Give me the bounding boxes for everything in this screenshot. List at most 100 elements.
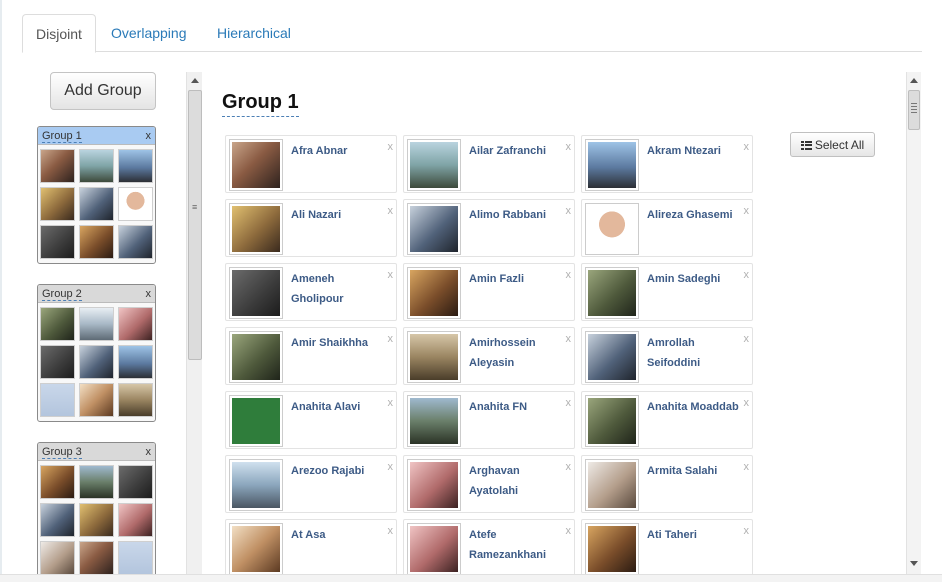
remove-member-icon[interactable]: x: [388, 333, 394, 345]
group-card-2[interactable]: Group 2 x: [37, 284, 156, 422]
member-card[interactable]: Alimo Rabbani x: [403, 199, 575, 257]
member-photo: [407, 459, 461, 511]
select-all-button[interactable]: Select All: [790, 132, 875, 157]
member-card[interactable]: Anahita FN x: [403, 391, 575, 449]
member-card[interactable]: Akram Ntezari x: [581, 135, 753, 193]
remove-member-icon[interactable]: x: [744, 397, 750, 409]
member-card[interactable]: At Asa x: [225, 519, 397, 577]
remove-member-icon[interactable]: x: [566, 269, 572, 281]
remove-member-icon[interactable]: x: [388, 461, 394, 473]
member-card[interactable]: Atefe Ramezankhani x: [403, 519, 575, 577]
member-thumbnail: [118, 503, 153, 537]
member-thumbnail: [118, 149, 153, 183]
member-card[interactable]: Arezoo Rajabi x: [225, 455, 397, 513]
remove-member-icon[interactable]: x: [744, 205, 750, 217]
scroll-up-arrow-icon[interactable]: [910, 78, 918, 83]
remove-member-icon[interactable]: x: [744, 461, 750, 473]
member-card[interactable]: Anahita Moaddab x: [581, 391, 753, 449]
remove-member-icon[interactable]: x: [566, 397, 572, 409]
remove-member-icon[interactable]: x: [388, 205, 394, 217]
sidebar-scrollbar[interactable]: ≡: [186, 72, 202, 574]
member-thumbnail: [40, 225, 75, 259]
member-thumbnail: [118, 383, 153, 417]
close-group-icon[interactable]: x: [146, 443, 152, 461]
member-card[interactable]: Ailar Zafranchi x: [403, 135, 575, 193]
select-all-label: Select All: [814, 137, 865, 152]
member-photo-image: [232, 526, 280, 572]
member-card[interactable]: Amin Sadeghi x: [581, 263, 753, 321]
member-thumbnail: [118, 225, 153, 259]
remove-member-icon[interactable]: x: [744, 269, 750, 281]
remove-member-icon[interactable]: x: [566, 205, 572, 217]
member-photo-image: [410, 526, 458, 572]
member-name: Ameneh Gholipour: [291, 273, 344, 305]
remove-member-icon[interactable]: x: [566, 333, 572, 345]
remove-member-icon[interactable]: x: [566, 141, 572, 153]
group-name[interactable]: Group 1: [42, 130, 82, 143]
member-photo: [585, 395, 639, 447]
remove-member-icon[interactable]: x: [744, 333, 750, 345]
member-card[interactable]: Amrollah Seifoddini x: [581, 327, 753, 385]
tab-overlapping[interactable]: Overlapping: [98, 14, 200, 52]
member-card[interactable]: Amirhossein Aleyasin x: [403, 327, 575, 385]
group-name[interactable]: Group 3: [42, 446, 82, 459]
member-card[interactable]: Amir Shaikhha x: [225, 327, 397, 385]
add-group-button[interactable]: Add Group: [50, 72, 156, 110]
main-scroll-thumb[interactable]: [908, 90, 920, 130]
member-thumbnail: [40, 345, 75, 379]
member-thumbnail: [40, 307, 75, 341]
member-photo-image: [588, 334, 636, 380]
remove-member-icon[interactable]: x: [388, 525, 394, 537]
tab-disjoint[interactable]: Disjoint: [22, 14, 96, 53]
member-photo: [407, 267, 461, 319]
remove-member-icon[interactable]: x: [388, 397, 394, 409]
close-group-icon[interactable]: x: [146, 127, 152, 145]
member-card[interactable]: Armita Salahi x: [581, 455, 753, 513]
member-photo-image: [232, 398, 280, 444]
member-card[interactable]: Ali Nazari x: [225, 199, 397, 257]
member-thumbnail: [40, 465, 75, 499]
remove-member-icon[interactable]: x: [388, 141, 394, 153]
remove-member-icon[interactable]: x: [744, 141, 750, 153]
member-thumbnail: [79, 225, 114, 259]
member-name: Ati Taheri: [647, 529, 697, 541]
member-photo: [585, 523, 639, 575]
remove-member-icon[interactable]: x: [566, 461, 572, 473]
tab-hierarchical[interactable]: Hierarchical: [204, 14, 304, 52]
member-name: Atefe Ramezankhani: [469, 529, 547, 561]
remove-member-icon[interactable]: x: [388, 269, 394, 281]
group-thumbnails: [38, 303, 155, 417]
member-photo-image: [588, 270, 636, 316]
group-name[interactable]: Group 2: [42, 288, 82, 301]
member-card[interactable]: Amin Fazli x: [403, 263, 575, 321]
main-scrollbar[interactable]: [906, 72, 921, 574]
scroll-down-arrow-icon[interactable]: [910, 561, 918, 566]
group-card-1[interactable]: Group 1 x: [37, 126, 156, 264]
member-name: Anahita Moaddab: [647, 401, 739, 413]
close-group-icon[interactable]: x: [146, 285, 152, 303]
member-card[interactable]: Ameneh Gholipour x: [225, 263, 397, 321]
group-card-3[interactable]: Group 3 x: [37, 442, 156, 582]
scroll-up-arrow-icon[interactable]: [191, 78, 199, 83]
member-thumbnail: [79, 465, 114, 499]
member-name: Amin Fazli: [469, 273, 525, 285]
remove-member-icon[interactable]: x: [744, 525, 750, 537]
member-photo: [585, 203, 639, 255]
member-photo-image: [232, 462, 280, 508]
member-card[interactable]: Arghavan Ayatolahi x: [403, 455, 575, 513]
member-name: Amin Sadeghi: [647, 273, 721, 285]
member-card[interactable]: Ati Taheri x: [581, 519, 753, 577]
member-card[interactable]: Afra Abnar x: [225, 135, 397, 193]
member-photo-image: [232, 206, 280, 252]
member-card[interactable]: Anahita Alavi x: [225, 391, 397, 449]
member-photo-image: [410, 270, 458, 316]
member-card[interactable]: Alireza Ghasemi x: [581, 199, 753, 257]
member-photo-image: [588, 142, 636, 188]
sidebar-scroll-thumb[interactable]: ≡: [188, 90, 202, 360]
member-photo: [585, 331, 639, 383]
member-thumbnail: [118, 307, 153, 341]
member-photo: [229, 331, 283, 383]
member-photo-image: [232, 270, 280, 316]
group-title[interactable]: Group 1: [222, 91, 299, 117]
remove-member-icon[interactable]: x: [566, 525, 572, 537]
